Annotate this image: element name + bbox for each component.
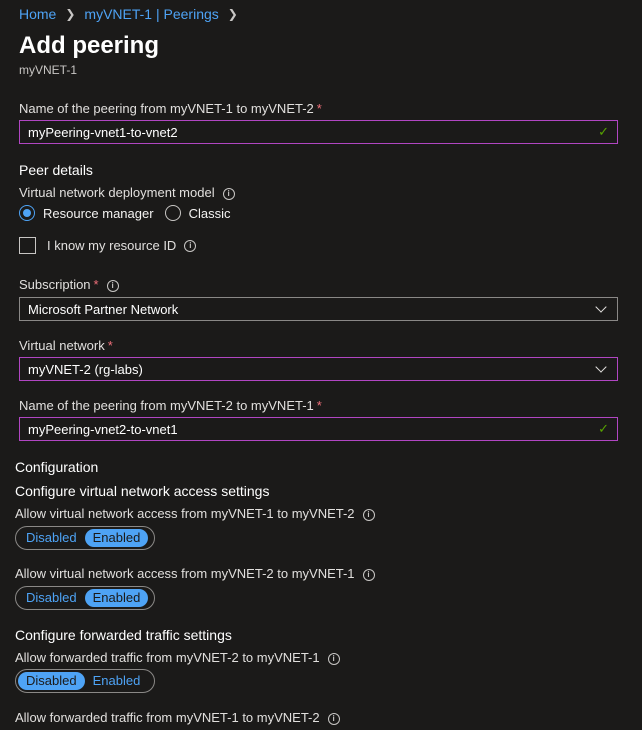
info-icon[interactable]: i [184,239,197,252]
breadcrumb: Home ❯ myVNET-1 | Peerings ❯ [19,6,247,22]
toggle-enabled-option[interactable]: Enabled [84,589,149,607]
peering1-field[interactable]: ✓ [19,120,618,144]
access2-label-text: Allow virtual network access from myVNET… [15,566,355,581]
forward1-toggle[interactable]: Disabled Enabled [15,669,155,693]
access1-label: Allow virtual network access from myVNET… [15,506,375,521]
checkbox-label: I know my resource ID [47,238,177,253]
virtual-network-label-text: Virtual network [19,338,105,353]
virtual-network-value: myVNET-2 (rg-labs) [28,361,143,377]
peering1-input[interactable] [20,124,599,140]
access1-label-text: Allow virtual network access from myVNET… [15,506,355,521]
radio-selected-icon [19,205,35,221]
virtual-network-label: Virtual network * [19,338,113,353]
info-icon[interactable]: i [106,280,119,292]
radio-resource-manager[interactable]: Resource manager [19,205,154,221]
subscription-label-text: Subscription [19,277,91,292]
peering2-label-text: Name of the peering from myVNET-2 to myV… [19,398,314,413]
subscription-dropdown[interactable]: Microsoft Partner Network [19,297,618,321]
radio-label: Resource manager [43,205,154,221]
peering2-input[interactable] [20,421,599,437]
peering1-label: Name of the peering from myVNET-1 to myV… [19,101,322,116]
chevron-right-icon: ❯ [65,7,76,21]
info-icon[interactable]: i [327,713,340,725]
radio-empty-icon [164,205,181,221]
know-resource-id-checkbox[interactable]: I know my resource ID i [19,237,197,254]
peer-details-heading: Peer details [19,162,93,178]
radio-classic[interactable]: Classic [164,205,231,221]
toggle-enabled-option[interactable]: Enabled [85,672,149,690]
chevron-down-icon [595,360,607,373]
configuration-heading: Configuration [15,459,99,475]
breadcrumb-peerings-link[interactable]: myVNET-1 | Peerings [84,6,218,22]
page-title: Add peering [19,32,160,59]
toggle-disabled-option[interactable]: Disabled [18,529,85,547]
peering2-field[interactable]: ✓ [19,417,618,441]
required-asterisk: * [93,277,99,292]
deployment-model-radios: Resource manager Classic [19,205,230,221]
peering2-label: Name of the peering from myVNET-2 to myV… [19,398,322,413]
forward2-label: Allow forwarded traffic from myVNET-1 to… [15,710,340,725]
access2-label: Allow virtual network access from myVNET… [15,566,375,581]
forwarded-traffic-heading: Configure forwarded traffic settings [15,627,232,643]
required-asterisk: * [107,338,113,353]
required-asterisk: * [316,101,322,116]
page-subtitle: myVNET-1 [19,63,78,77]
access-settings-heading: Configure virtual network access setting… [15,483,270,499]
radio-label: Classic [188,205,231,221]
toggle-disabled-option[interactable]: Disabled [18,672,85,690]
checkbox-icon [19,237,36,254]
breadcrumb-home-link[interactable]: Home [19,6,56,22]
deployment-model-label-text: Virtual network deployment model [19,185,215,200]
deployment-model-label: Virtual network deployment model i [19,185,235,200]
chevron-right-icon: ❯ [227,7,238,21]
toggle-disabled-option[interactable]: Disabled [18,589,85,607]
toggle-enabled-option[interactable]: Enabled [84,529,149,547]
forward1-label: Allow forwarded traffic from myVNET-2 to… [15,650,340,665]
access2-toggle[interactable]: Disabled Enabled [15,586,155,610]
info-icon[interactable]: i [362,569,375,581]
info-icon[interactable]: i [362,509,375,521]
peering1-label-text: Name of the peering from myVNET-1 to myV… [19,101,314,116]
required-asterisk: * [316,398,322,413]
info-icon[interactable]: i [222,188,235,200]
checkmark-icon: ✓ [598,124,609,139]
virtual-network-dropdown[interactable]: myVNET-2 (rg-labs) [19,357,618,381]
checkmark-icon: ✓ [598,421,609,436]
chevron-down-icon [595,300,607,313]
forward1-label-text: Allow forwarded traffic from myVNET-2 to… [15,650,320,665]
forward2-label-text: Allow forwarded traffic from myVNET-1 to… [15,710,320,725]
subscription-label: Subscription * i [19,277,119,292]
info-icon[interactable]: i [327,653,340,665]
subscription-value: Microsoft Partner Network [28,301,179,317]
access1-toggle[interactable]: Disabled Enabled [15,526,155,550]
